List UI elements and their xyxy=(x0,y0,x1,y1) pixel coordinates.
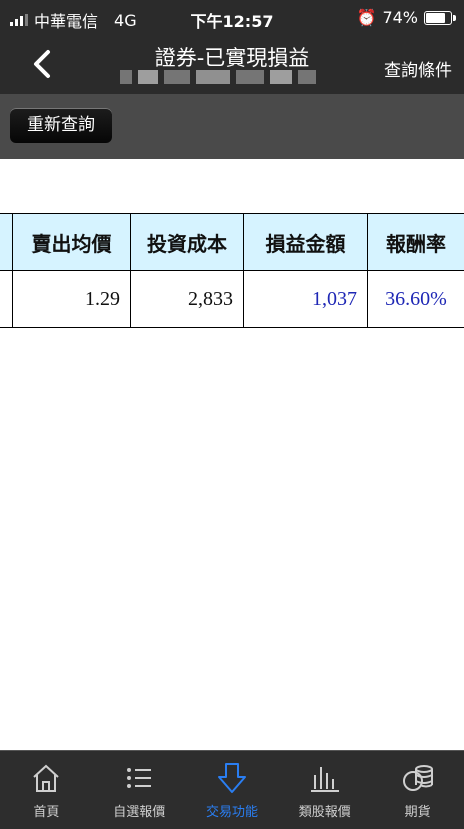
toolbar: 重新查詢 xyxy=(0,94,464,159)
tab-futures[interactable]: 期貨 xyxy=(371,751,464,829)
status-right: ⏰ 74% xyxy=(356,8,456,27)
cell-profit-loss: 1,037 xyxy=(244,271,368,327)
tab-label: 類股報價 xyxy=(298,804,351,820)
tab-label: 交易功能 xyxy=(205,804,258,820)
tab-label: 期貨 xyxy=(404,804,431,820)
masked-account-info xyxy=(120,70,320,84)
requery-button[interactable]: 重新查詢 xyxy=(10,108,112,143)
header-avg-sell-price: 賣出均價 xyxy=(13,214,131,270)
tab-watchlist[interactable]: 自選報價 xyxy=(93,751,186,829)
alarm-icon: ⏰ xyxy=(356,8,377,27)
table-row[interactable]: 1.29 2,833 1,037 36.60% xyxy=(0,271,464,328)
header-investment-cost: 投資成本 xyxy=(131,214,244,270)
battery-percent: 74% xyxy=(382,8,418,27)
table-cell-partial xyxy=(0,271,13,327)
header-profit-loss: 損益金額 xyxy=(244,214,368,270)
tab-bar: 首頁 自選報價 交易功能 類股報價 期貨 xyxy=(0,750,464,829)
down-arrow-icon xyxy=(217,762,246,793)
table-header-row: 賣出均價 投資成本 損益金額 報酬率 xyxy=(0,213,464,271)
results-table: 賣出均價 投資成本 損益金額 報酬率 1.29 2,833 1,037 36.6… xyxy=(0,213,464,328)
table-header-cell-partial xyxy=(0,214,13,270)
status-bar: 中華電信 4G 下午12:57 ⏰ 74% xyxy=(0,0,464,36)
header-return-rate: 報酬率 xyxy=(386,231,446,256)
home-icon xyxy=(33,764,60,792)
tab-home[interactable]: 首頁 xyxy=(0,751,93,829)
cell-return-rate: 36.60% xyxy=(385,287,447,310)
top-bar: 中華電信 4G 下午12:57 ⏰ 74% 證券-已實現損益 查詢條件 xyxy=(0,0,464,94)
list-icon xyxy=(127,767,152,788)
cell-avg-sell-price: 1.29 xyxy=(13,271,131,327)
coins-icon xyxy=(402,764,433,791)
tab-trading[interactable]: 交易功能 xyxy=(186,751,279,829)
cell-investment-cost: 2,833 xyxy=(131,271,244,327)
battery-icon xyxy=(424,10,456,25)
tab-sector-quotes[interactable]: 類股報價 xyxy=(278,751,371,829)
query-conditions-button[interactable]: 查詢條件 xyxy=(384,56,452,81)
tab-label: 自選報價 xyxy=(113,804,166,820)
nav-bar: 證券-已實現損益 查詢條件 xyxy=(0,36,464,94)
bar-chart-icon xyxy=(310,766,339,792)
tab-label: 首頁 xyxy=(33,804,60,820)
